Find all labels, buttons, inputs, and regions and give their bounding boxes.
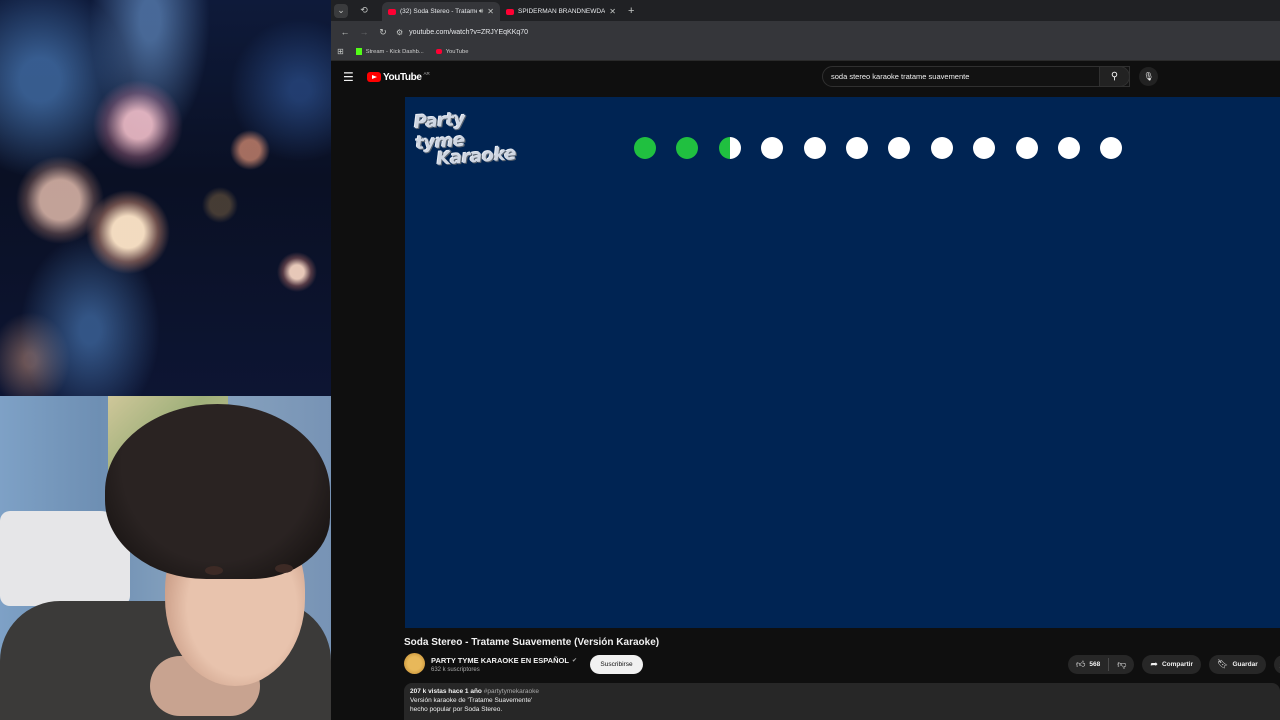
address-bar-row: ← → ↻ ⚙ youtube.com/watch?v=ZRJYEqKKq70 xyxy=(331,21,1280,43)
youtube-favicon-icon xyxy=(388,8,396,15)
stream-overlay xyxy=(0,0,331,720)
person-hair xyxy=(105,404,330,579)
thumbs-up-icon: 👍︎ xyxy=(1076,659,1086,669)
kick-icon xyxy=(355,48,362,55)
menu-icon[interactable]: ☰ xyxy=(343,70,357,84)
share-icon: ➦ xyxy=(1150,659,1158,669)
save-label: Guardar xyxy=(1232,661,1258,668)
like-count: 568 xyxy=(1089,661,1101,668)
back-icon[interactable]: ← xyxy=(337,27,353,37)
close-tab-icon[interactable]: ✕ xyxy=(487,7,494,16)
browser-window: ⌄ ⟲ (32) Soda Stereo - Tratame 🔊︎ ✕ SPID… xyxy=(331,0,1280,720)
youtube-wordmark: YouTube xyxy=(383,71,422,83)
youtube-logo[interactable]: YouTube AR xyxy=(367,71,430,83)
search-input[interactable]: soda stereo karaoke tratame suavemente xyxy=(831,72,1114,81)
description-meta: 207 k vistas hace 1 año #partytymekaraok… xyxy=(410,688,1274,695)
channel-avatar[interactable] xyxy=(404,653,425,674)
hashtag-link[interactable]: #partytymekaraoke xyxy=(484,688,539,695)
video-actions: 👍︎ 568 👎︎ ➦ Compartir 🔖︎ Guardar ⤓ xyxy=(1068,655,1280,674)
subscribe-button[interactable]: Suscribirse xyxy=(590,655,643,674)
history-icon[interactable]: ⟲ xyxy=(356,3,372,19)
bookmark-youtube[interactable]: YouTube xyxy=(435,48,469,55)
subscriber-count: 632 k suscriptores xyxy=(431,667,480,673)
countdown-dot xyxy=(761,137,784,159)
description-line: hecho popular por Soda Stereo. xyxy=(410,706,503,713)
party-tyme-karaoke-logo: Party tyme Karaoke xyxy=(413,106,516,170)
countdown-dot xyxy=(1100,137,1123,159)
description-box[interactable]: 207 k vistas hace 1 año #partytymekaraok… xyxy=(404,683,1280,720)
search-box[interactable]: soda stereo karaoke tratame suavemente ✕ xyxy=(822,66,1130,87)
countdown-dot xyxy=(846,137,868,159)
bookmarks-bar: ⊞ Stream - Kick Dashb... YouTube xyxy=(331,43,1280,61)
like-dislike-group: 👍︎ 568 👎︎ xyxy=(1068,655,1135,674)
youtube-masthead: ☰ YouTube AR soda stereo karaoke tratame… xyxy=(331,61,1280,93)
country-code: AR xyxy=(423,71,430,76)
site-info-icon[interactable]: ⚙ xyxy=(396,28,403,37)
new-tab-icon[interactable]: + xyxy=(628,5,634,17)
countdown-dot xyxy=(1058,137,1080,159)
video-player[interactable]: Party tyme Karaoke xyxy=(405,97,1280,628)
countdown-dot xyxy=(973,137,996,159)
countdown-dot xyxy=(930,137,953,159)
tab-title: (32) Soda Stereo - Tratame xyxy=(400,8,477,15)
video-title: Soda Stereo - Tratame Suavemente (Versió… xyxy=(404,637,660,648)
bookmark-label: Stream - Kick Dashb... xyxy=(365,48,424,55)
bokeh-background-image xyxy=(0,0,331,396)
youtube-icon xyxy=(435,49,442,54)
tab-search-icon[interactable]: ⌄ xyxy=(334,3,348,18)
description-line: Versión karaoke de 'Tratame Suavemente' xyxy=(410,697,533,704)
channel-name[interactable]: PARTY TYME KARAOKE EN ESPAÑOL xyxy=(431,656,569,665)
share-button[interactable]: ➦ Compartir xyxy=(1142,655,1202,674)
bookmark-label: YouTube xyxy=(445,48,469,55)
reload-icon[interactable]: ↻ xyxy=(375,27,391,38)
tab-inactive[interactable]: SPIDERMAN BRANDNEWDAY | ✕ xyxy=(500,2,622,21)
tab-title: SPIDERMAN BRANDNEWDAY | xyxy=(518,8,606,15)
share-label: Compartir xyxy=(1161,661,1194,668)
webcam-feed xyxy=(0,396,331,720)
download-button[interactable]: ⤓ xyxy=(1273,655,1280,674)
forward-icon[interactable]: → xyxy=(356,27,372,37)
bookmark-kick[interactable]: Stream - Kick Dashb... xyxy=(355,48,424,55)
countdown-dot xyxy=(718,137,741,159)
views-and-date: 207 k vistas hace 1 año xyxy=(410,688,482,695)
person-eye xyxy=(205,566,223,575)
microphone-icon: 🎙︎ xyxy=(1143,72,1154,81)
channel-row: PARTY TYME KARAOKE EN ESPAÑOL ✔ 632 k su… xyxy=(404,653,1280,677)
person-eye xyxy=(275,564,293,573)
bookmark-icon: 🔖︎ xyxy=(1217,659,1229,669)
voice-search-button[interactable]: 🎙︎ xyxy=(1139,67,1158,86)
countdown-dot xyxy=(888,137,911,159)
countdown-dot xyxy=(1015,137,1038,159)
dislike-button[interactable]: 👎︎ xyxy=(1109,655,1134,674)
youtube-favicon-icon xyxy=(506,8,514,15)
like-button[interactable]: 👍︎ 568 xyxy=(1068,655,1108,674)
close-tab-icon[interactable]: ✕ xyxy=(609,7,616,16)
tab-strip: ⌄ ⟲ (32) Soda Stereo - Tratame 🔊︎ ✕ SPID… xyxy=(331,0,1280,21)
countdown-dot xyxy=(676,137,699,159)
search-button[interactable]: ⚲ xyxy=(1099,66,1130,87)
countdown-dot xyxy=(803,137,826,159)
youtube-play-icon xyxy=(367,72,381,82)
omnibox[interactable]: ⚙ youtube.com/watch?v=ZRJYEqKKq70 xyxy=(396,28,528,37)
url-text[interactable]: youtube.com/watch?v=ZRJYEqKKq70 xyxy=(409,29,528,36)
tab-active[interactable]: (32) Soda Stereo - Tratame 🔊︎ ✕ xyxy=(382,2,500,21)
save-button[interactable]: 🔖︎ Guardar xyxy=(1209,655,1266,674)
apps-grid-icon[interactable]: ⊞ xyxy=(337,47,344,56)
thumbs-down-icon: 👎︎ xyxy=(1117,659,1127,669)
countdown-dot xyxy=(634,137,656,159)
verified-icon: ✔ xyxy=(572,658,578,664)
logo-line-2: Karaoke xyxy=(435,143,517,170)
search-icon: ⚲ xyxy=(1110,71,1119,82)
speaker-icon[interactable]: 🔊︎ xyxy=(479,8,483,16)
